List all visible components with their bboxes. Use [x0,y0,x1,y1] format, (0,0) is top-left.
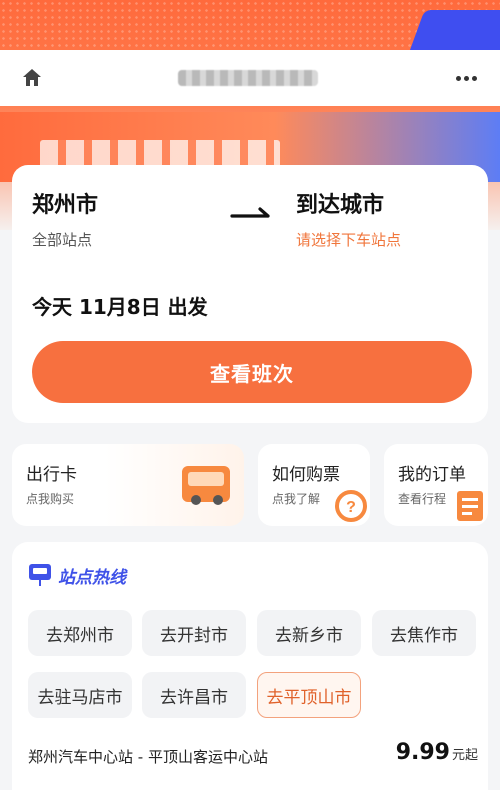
travel-card-subtitle: 点我购买 [26,492,75,506]
how-to-buy-subtitle: 点我了解 [272,492,321,506]
chip-zhengzhou[interactable]: 去郑州市 [28,610,132,656]
question-icon: ? [335,490,367,522]
departure-date[interactable]: 今天 11月8日 出发 [32,291,208,320]
order-icon [457,491,483,521]
bus-stop-icon [29,564,51,586]
page-title-blurred [178,70,318,86]
station-hotline-section: 站点热线 去郑州市 去开封市 去新乡市 去焦作市 去驻马店市 去许昌市 去平顶山… [12,542,488,790]
arrival-city[interactable]: 到达城市 [296,187,384,219]
price-value: 9.99 [395,740,450,765]
route-price[interactable]: 9.99 元起 [396,740,478,765]
travel-card-entry[interactable]: 出行卡 点我购买 [12,444,244,526]
travel-card-title: 出行卡 [26,465,77,485]
arrow-right-icon [230,207,270,218]
arrival-station[interactable]: 请选择下车站点 [296,229,401,250]
home-icon[interactable] [18,64,46,92]
route-info[interactable]: 郑州汽车中心站 - 平顶山客运中心站 [28,746,268,767]
price-unit: 元起 [451,748,478,763]
my-orders-entry[interactable]: 我的订单 查看行程 [384,444,488,526]
how-to-buy-entry[interactable]: 如何购票 点我了解 ? [258,444,370,526]
hotline-header: 站点热线 [28,562,126,588]
more-icon[interactable] [450,68,482,88]
chip-xinxiang[interactable]: 去新乡市 [257,610,361,656]
chip-xuchang[interactable]: 去许昌市 [142,672,246,718]
chip-pingdingshan-active[interactable]: 去平顶山市 [257,672,361,718]
departure-station[interactable]: 全部站点 [32,229,92,250]
top-nav-bar [0,50,500,106]
hotline-title: 站点热线 [58,567,126,588]
how-to-buy-title: 如何购票 [272,465,340,485]
departure-city[interactable]: 郑州市 [32,187,98,219]
chip-zhumadian[interactable]: 去驻马店市 [28,672,132,718]
chip-kaifeng[interactable]: 去开封市 [142,610,246,656]
chip-jiaozuo[interactable]: 去焦作市 [372,610,476,656]
my-orders-subtitle: 查看行程 [398,492,447,506]
search-schedule-button[interactable]: 查看班次 [32,341,472,403]
svg-text:?: ? [346,499,356,516]
bus-card-icon [182,466,230,505]
my-orders-title: 我的订单 [398,465,466,485]
trip-search-card: 郑州市 全部站点 到达城市 请选择下车站点 今天 11月8日 出发 查看班次 [12,165,488,423]
